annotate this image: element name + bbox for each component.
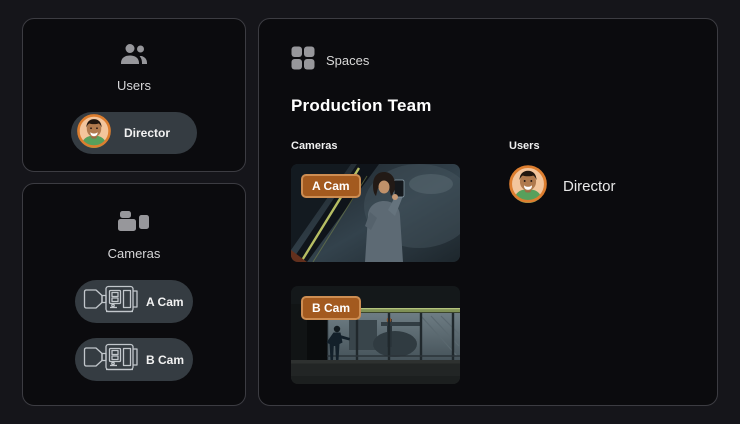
space-content: Cameras	[291, 140, 685, 384]
camera-feed-a-thumbnail[interactable]: A Cam	[291, 164, 460, 262]
users-panel: Users Director	[22, 18, 246, 172]
sidebar: Users Director	[22, 18, 246, 406]
space-title: Production Team	[291, 96, 685, 116]
user-chip-label: Director	[124, 126, 170, 140]
member-row-director[interactable]: Director	[509, 165, 616, 208]
user-chip-director[interactable]: Director	[71, 112, 197, 154]
cinema-camera-icon	[83, 340, 139, 379]
director-avatar	[77, 114, 111, 153]
camera-feed-list: A Cam	[291, 164, 460, 384]
cameras-panel-title: Cameras	[108, 246, 161, 261]
users-section: Users	[509, 140, 616, 384]
spaces-header-label: Spaces	[326, 53, 369, 68]
spaces-header: Spaces	[291, 46, 685, 75]
app-root: Users Director	[0, 0, 740, 424]
camera-chip-label: B Cam	[146, 353, 184, 367]
space-panel: Spaces Production Team Cameras	[258, 18, 718, 406]
cameras-panel: Cameras	[22, 183, 246, 406]
cameras-section-label: Cameras	[291, 140, 460, 152]
cinema-camera-icon	[83, 282, 139, 321]
users-panel-title: Users	[117, 78, 151, 93]
grid-icon	[291, 46, 315, 75]
users-section-label: Users	[509, 140, 616, 152]
users-icon	[119, 42, 149, 71]
camera-chip-a-cam[interactable]: A Cam	[75, 280, 193, 323]
cameras-section: Cameras	[291, 140, 460, 384]
camera-chip-label: A Cam	[146, 295, 184, 309]
director-avatar	[509, 165, 547, 208]
camera-feed-b-badge: B Cam	[301, 296, 361, 320]
camera-chip-list: A Cam	[75, 280, 193, 381]
camera-chip-b-cam[interactable]: B Cam	[75, 338, 193, 381]
video-camera-icon	[117, 208, 151, 239]
camera-feed-a-badge: A Cam	[301, 174, 361, 198]
camera-feed-b-thumbnail[interactable]: B Cam	[291, 286, 460, 384]
member-name: Director	[563, 178, 616, 195]
